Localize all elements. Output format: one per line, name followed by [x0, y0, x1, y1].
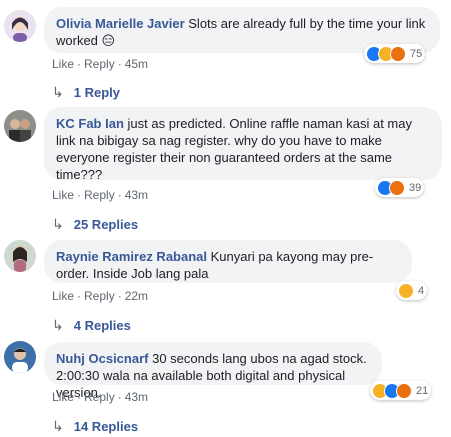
- separator: ·: [117, 289, 122, 303]
- comment-author[interactable]: Nuhj Ocsicnarf: [56, 351, 148, 366]
- separator: ·: [117, 188, 122, 202]
- comment-actions: Like · Reply · 45m: [52, 57, 148, 71]
- comment-actions: Like · Reply · 22m: [52, 289, 148, 303]
- reply-button[interactable]: Reply: [84, 57, 115, 71]
- reactions-summary[interactable]: 21: [370, 381, 432, 400]
- comment-bubble: KC Fab Ian just as predicted. Online raf…: [44, 107, 442, 182]
- angry-icon: [396, 382, 412, 399]
- reactions-summary[interactable]: 75: [364, 44, 426, 63]
- comment-bubble: Nuhj Ocsicnarf 30 seconds lang ubos na a…: [44, 342, 382, 400]
- avatar[interactable]: [4, 10, 36, 42]
- view-replies-link[interactable]: ↳ 4 Replies: [52, 317, 131, 334]
- view-replies-link[interactable]: ↳ 14 Replies: [52, 418, 138, 435]
- comment-author[interactable]: KC Fab Ian: [56, 116, 124, 131]
- comment-author[interactable]: Olivia Marielle Javier: [56, 16, 185, 31]
- reply-arrow-icon: ↳: [52, 84, 64, 100]
- reply-button[interactable]: Reply: [84, 289, 115, 303]
- like-button[interactable]: Like: [52, 57, 74, 71]
- reactions-summary[interactable]: 39: [375, 178, 425, 197]
- angry-icon: [389, 179, 405, 196]
- comment-actions: Like · Reply · 43m: [52, 188, 148, 202]
- view-replies-link[interactable]: ↳ 1 Reply: [52, 84, 120, 101]
- separator: ·: [77, 57, 82, 71]
- replies-count[interactable]: 25 Replies: [74, 217, 138, 232]
- separator: ·: [117, 390, 122, 404]
- reply-arrow-icon: ↳: [52, 216, 64, 232]
- view-replies-link[interactable]: ↳ 25 Replies: [52, 216, 138, 233]
- reply-button[interactable]: Reply: [84, 188, 115, 202]
- timestamp[interactable]: 45m: [125, 57, 148, 71]
- comment-bubble: Raynie Ramirez Rabanal Kunyari pa kayong…: [44, 240, 412, 283]
- like-button[interactable]: Like: [52, 188, 74, 202]
- like-button[interactable]: Like: [52, 289, 74, 303]
- like-button[interactable]: Like: [52, 390, 74, 404]
- reaction-count: 4: [418, 284, 425, 297]
- reply-arrow-icon: ↳: [52, 418, 64, 434]
- comment-actions: Like · Reply · 43m: [52, 390, 148, 404]
- reactions-summary[interactable]: 4: [396, 281, 428, 300]
- replies-count[interactable]: 4 Replies: [74, 318, 131, 333]
- separator: ·: [117, 57, 122, 71]
- replies-count[interactable]: 1 Reply: [74, 85, 120, 100]
- separator: ·: [77, 390, 82, 404]
- separator: ·: [77, 289, 82, 303]
- reaction-count: 39: [409, 181, 422, 194]
- reaction-count: 75: [410, 47, 423, 60]
- replies-count[interactable]: 14 Replies: [74, 419, 138, 434]
- avatar[interactable]: [4, 240, 36, 272]
- avatar[interactable]: [4, 341, 36, 373]
- comment-author[interactable]: Raynie Ramirez Rabanal: [56, 249, 207, 264]
- timestamp[interactable]: 22m: [125, 289, 148, 303]
- timestamp[interactable]: 43m: [125, 188, 148, 202]
- timestamp[interactable]: 43m: [125, 390, 148, 404]
- separator: ·: [77, 188, 82, 202]
- emoji-expressionless: 😑: [101, 34, 116, 49]
- reply-arrow-icon: ↳: [52, 317, 64, 333]
- reply-button[interactable]: Reply: [84, 390, 115, 404]
- reaction-count: 21: [416, 384, 429, 397]
- haha-icon: [398, 282, 414, 299]
- avatar[interactable]: [4, 110, 36, 142]
- angry-icon: [390, 45, 406, 62]
